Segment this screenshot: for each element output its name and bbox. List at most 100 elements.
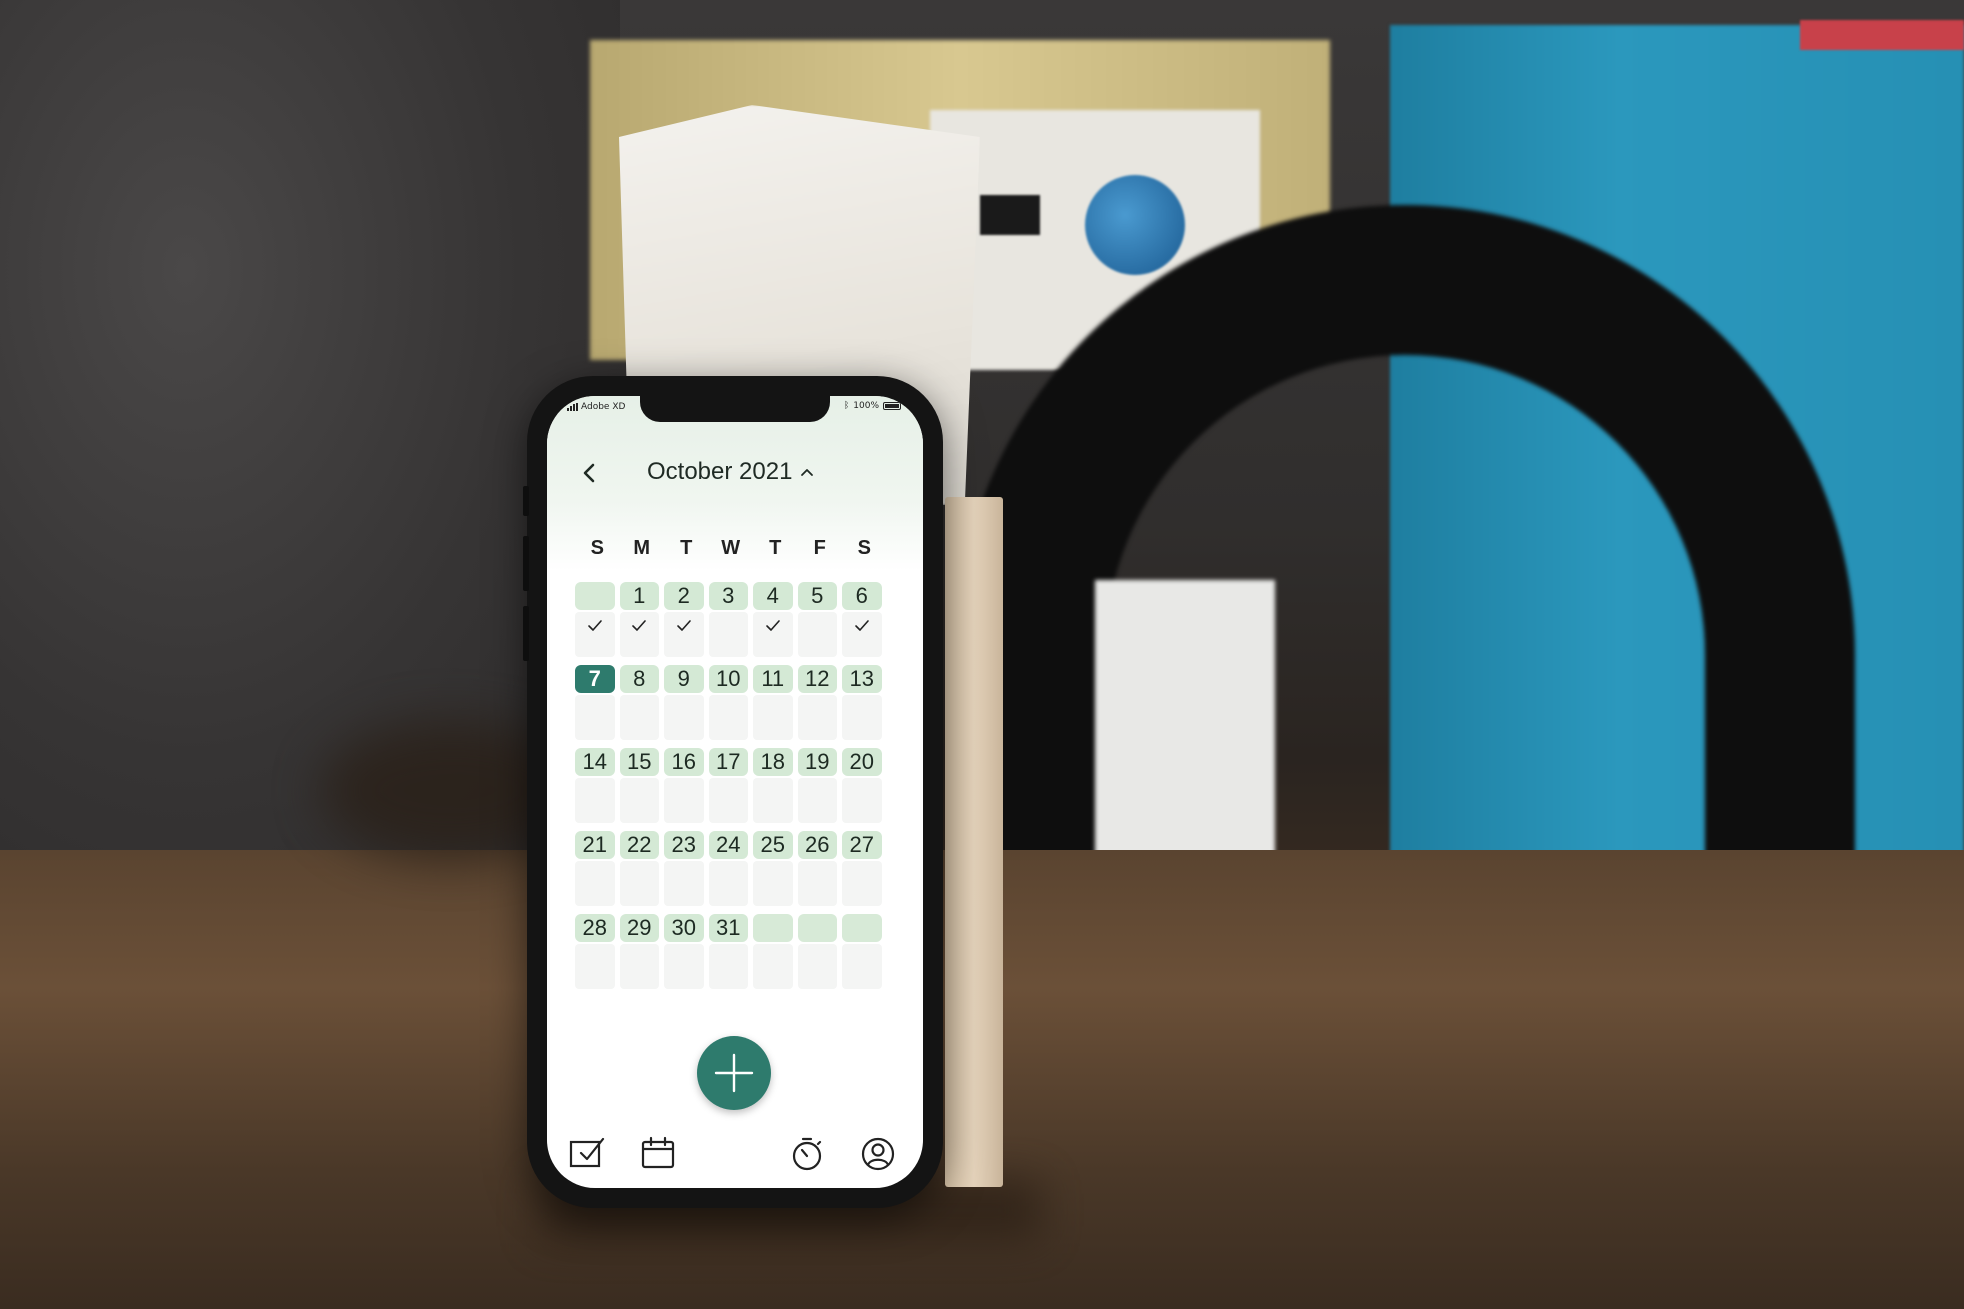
nav-profile[interactable]: [860, 1136, 896, 1172]
day-number: [753, 914, 793, 942]
calendar-day[interactable]: 31: [708, 914, 748, 989]
day-status-area: [619, 944, 659, 989]
calendar-day[interactable]: 23: [664, 831, 704, 906]
day-number: 11: [753, 665, 793, 693]
calendar-day[interactable]: 9: [664, 665, 704, 740]
nav-timer[interactable]: [789, 1136, 825, 1172]
calendar-day[interactable]: 8: [619, 665, 659, 740]
checkmark-icon: [676, 620, 691, 631]
calendar-day[interactable]: 11: [753, 665, 793, 740]
weekday-label: S: [857, 537, 871, 559]
calendar-day[interactable]: 17: [708, 748, 748, 823]
day-number: 27: [842, 831, 882, 859]
day-status-area: [797, 778, 837, 823]
day-number: 26: [797, 831, 837, 859]
day-status-area: [664, 861, 704, 906]
background-book-label: [1800, 20, 1964, 50]
calendar-day[interactable]: 3: [708, 582, 748, 657]
background-wood-block: [945, 497, 1003, 1187]
day-number: 5: [797, 582, 837, 610]
day-status-area: [664, 695, 704, 740]
day-status-area: [797, 695, 837, 740]
day-number: 8: [619, 665, 659, 693]
calendar-day[interactable]: 18: [753, 748, 793, 823]
day-number: 21: [575, 831, 615, 859]
nav-calendar[interactable]: [641, 1136, 677, 1172]
day-number: 29: [619, 914, 659, 942]
calendar-day[interactable]: 16: [664, 748, 704, 823]
calendar-day[interactable]: 14: [575, 748, 615, 823]
carrier-label: Adobe XD: [581, 402, 626, 412]
calendar-day[interactable]: 24: [708, 831, 748, 906]
calendar-day[interactable]: 12: [797, 665, 837, 740]
calendar-day-today[interactable]: 7: [575, 665, 615, 740]
calendar-day[interactable]: 22: [619, 831, 659, 906]
calendar-day[interactable]: 20: [842, 748, 882, 823]
weekday-label: F: [813, 537, 826, 559]
calendar-week-row: 21 22 23 24 25 26 27: [575, 831, 895, 906]
day-status-area: [797, 612, 837, 657]
battery-percent: 100%: [853, 401, 879, 411]
back-button[interactable]: [577, 460, 603, 486]
calendar-day[interactable]: 5: [797, 582, 837, 657]
checkmark-icon: [854, 620, 869, 631]
chevron-left-icon: [583, 463, 595, 483]
checklist-icon: [569, 1137, 605, 1168]
calendar-day[interactable]: 27: [842, 831, 882, 906]
day-status-area: [842, 778, 882, 823]
day-status-area: [664, 778, 704, 823]
calendar-day[interactable]: 13: [842, 665, 882, 740]
calendar-day[interactable]: 26: [797, 831, 837, 906]
battery-icon: [883, 402, 901, 410]
calendar-day[interactable]: 25: [753, 831, 793, 906]
calendar-icon: [641, 1136, 675, 1169]
checkmark-icon: [632, 620, 647, 631]
calendar-day[interactable]: 10: [708, 665, 748, 740]
day-number: 28: [575, 914, 615, 942]
weekday-label: T: [769, 537, 782, 559]
day-number: 1: [619, 582, 659, 610]
bluetooth-icon: ᛒ: [843, 401, 850, 411]
day-status-area: [753, 861, 793, 906]
day-number: 7: [575, 665, 615, 693]
weekday-label: M: [633, 537, 651, 559]
calendar-day[interactable]: 15: [619, 748, 659, 823]
day-number: 22: [619, 831, 659, 859]
day-number: 17: [708, 748, 748, 776]
calendar-week-row: 28 29 30 31: [575, 914, 895, 989]
calendar-day[interactable]: 2: [664, 582, 704, 657]
phone-notch: [640, 396, 830, 422]
day-status-area: [842, 944, 882, 989]
weekday-label: S: [590, 537, 604, 559]
calendar-day[interactable]: 6: [842, 582, 882, 657]
day-status-area: [575, 944, 615, 989]
day-status-area: [708, 778, 748, 823]
nav-tasks[interactable]: [569, 1136, 605, 1172]
calendar-day[interactable]: 21: [575, 831, 615, 906]
bottom-navigation: [547, 1086, 923, 1188]
day-status-area: [619, 695, 659, 740]
background-photo: [0, 0, 1964, 1309]
calendar-day[interactable]: 4: [753, 582, 793, 657]
calendar-week-row: 14 15 16 17 18 19 20: [575, 748, 895, 823]
calendar-day[interactable]: 30: [664, 914, 704, 989]
calendar-day[interactable]: 19: [797, 748, 837, 823]
day-status-area: [753, 612, 793, 657]
day-number: 3: [708, 582, 748, 610]
day-status-area: [708, 944, 748, 989]
arrow-graphic: [980, 195, 1040, 235]
day-status-area: [753, 695, 793, 740]
calendar-day[interactable]: 28: [575, 914, 615, 989]
day-number: 16: [664, 748, 704, 776]
day-status-area: [575, 695, 615, 740]
day-number: 30: [664, 914, 704, 942]
day-status-area: [708, 612, 748, 657]
calendar-day[interactable]: 29: [619, 914, 659, 989]
weekday-label: T: [680, 537, 693, 559]
month-selector[interactable]: October 2021: [647, 458, 814, 486]
day-number: 4: [753, 582, 793, 610]
chevron-up-icon: [801, 469, 814, 476]
calendar-day[interactable]: 1: [619, 582, 659, 657]
calendar-day-empty: [797, 914, 837, 989]
globe-icon: [1085, 175, 1185, 275]
